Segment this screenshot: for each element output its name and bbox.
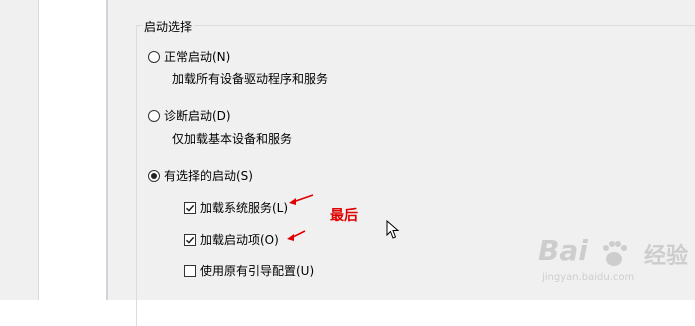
- diagnostic-startup-label: 诊断启动(D): [164, 109, 231, 123]
- watermark-url: jingyan.baidu.com: [542, 272, 635, 283]
- selective-startup-label: 有选择的启动(S): [164, 169, 253, 183]
- paw-logo-icon: [603, 241, 627, 266]
- check-icon: [186, 236, 195, 244]
- annotation-text: 最后: [330, 208, 358, 224]
- use-original-boot-label: 使用原有引导配置(U): [200, 264, 315, 278]
- checkbox-checked[interactable]: [184, 233, 196, 246]
- radio-indicator-selected[interactable]: [148, 169, 160, 182]
- check-icon: [186, 204, 195, 212]
- red-arrow-icon: [289, 194, 314, 205]
- use-original-boot-checkbox[interactable]: 使用原有引导配置(U): [184, 262, 314, 279]
- left-divider: [38, 0, 39, 300]
- normal-startup-desc: 加载所有设备驱动程序和服务: [172, 72, 329, 86]
- watermark-cn-text: 经验: [644, 244, 689, 269]
- watermark-logo-text: Bai: [538, 234, 588, 267]
- selective-startup-radio[interactable]: 有选择的启动(S): [148, 167, 253, 184]
- load-system-services-label: 加载系统服务(L): [200, 201, 289, 215]
- load-system-services-checkbox[interactable]: 加载系统服务(L): [184, 199, 288, 216]
- diagnostic-startup-radio[interactable]: 诊断启动(D): [148, 107, 231, 124]
- diagnostic-startup-desc: 仅加载基本设备和服务: [172, 132, 293, 146]
- left-panel: [0, 0, 38, 300]
- baidu-watermark: Bai 经验 jingyan.baidu.com: [532, 232, 692, 292]
- mouse-cursor-icon: [386, 220, 400, 239]
- red-arrow-icon: [287, 230, 306, 241]
- radio-indicator[interactable]: [148, 50, 160, 63]
- load-startup-items-label: 加载启动项(O): [200, 233, 279, 247]
- load-startup-items-checkbox[interactable]: 加载启动项(O): [184, 231, 279, 248]
- group-legend: 启动选择: [142, 18, 195, 35]
- checkbox-checked[interactable]: [184, 201, 196, 214]
- normal-startup-radio[interactable]: 正常启动(N): [148, 48, 230, 65]
- normal-startup-label: 正常启动(N): [164, 50, 231, 64]
- checkbox-unchecked[interactable]: [184, 264, 196, 277]
- radio-indicator[interactable]: [148, 109, 160, 122]
